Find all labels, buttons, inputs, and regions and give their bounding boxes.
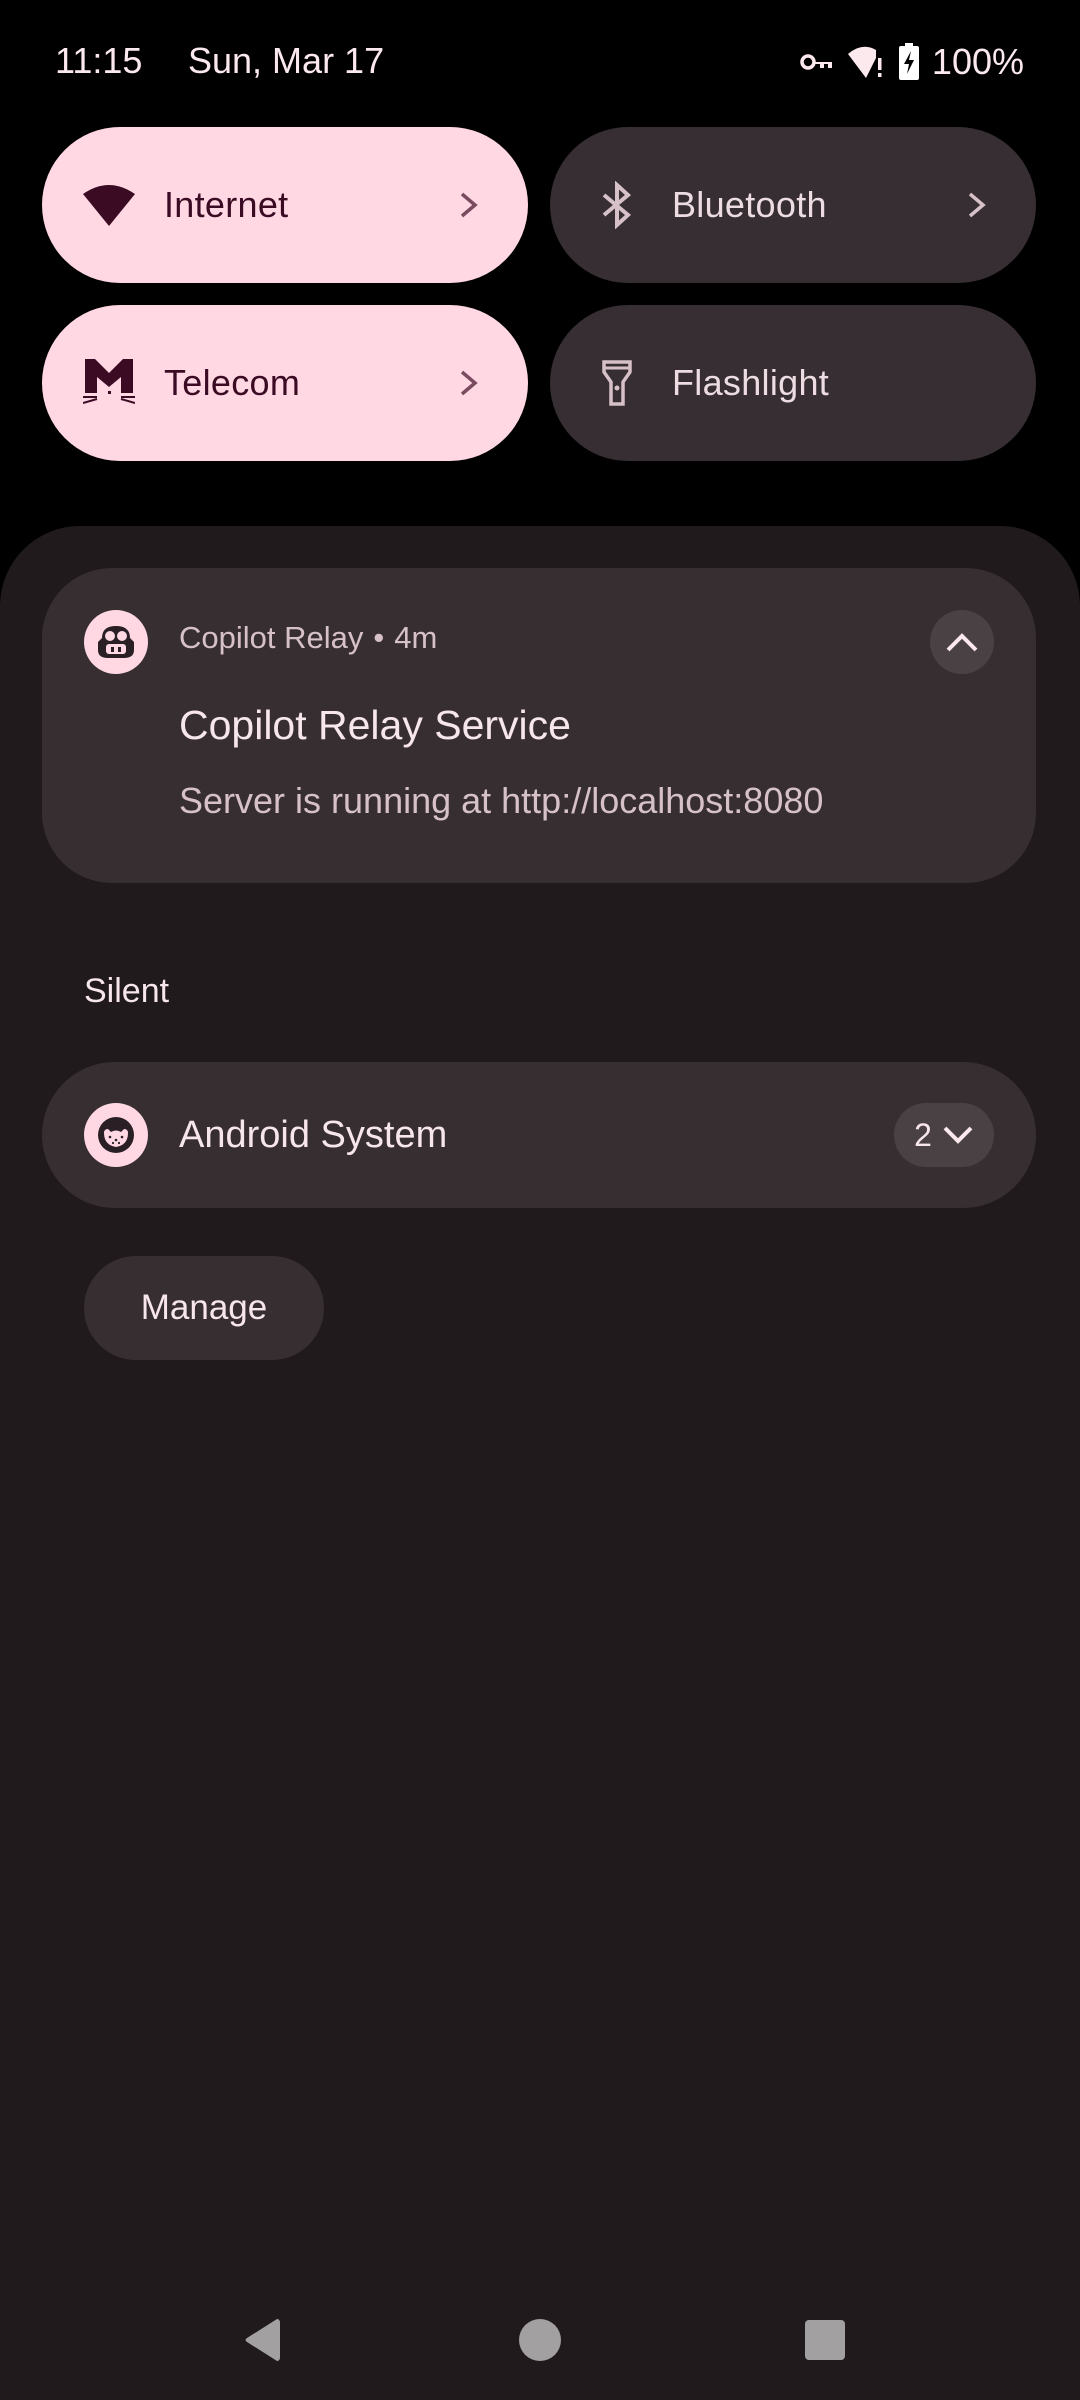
silent-section-header: Silent (84, 972, 170, 1010)
tile-bluetooth[interactable]: Bluetooth (550, 127, 1036, 283)
notification-title: Copilot Relay Service (179, 702, 571, 748)
home-button[interactable] (510, 2310, 570, 2370)
status-icons: 100% (800, 40, 1024, 84)
status-date: Sun, Mar 17 (188, 40, 385, 81)
notification-body: Server is running at http://localhost:80… (179, 780, 824, 821)
collapse-notification-button[interactable] (930, 610, 994, 674)
chevron-right-icon[interactable] (454, 190, 484, 220)
notification-time: 4m (394, 620, 438, 655)
notification-header: Copilot Relay • 4m (179, 620, 437, 656)
manage-notifications-button[interactable]: Manage (84, 1256, 324, 1360)
notification-app-name: Copilot Relay (179, 620, 364, 655)
copilot-icon (84, 610, 148, 674)
wifi-alert-icon (846, 44, 886, 80)
tile-flashlight[interactable]: Flashlight (550, 305, 1036, 461)
flashlight-icon (588, 354, 646, 412)
notification-group-title: Android System (179, 1114, 448, 1156)
notification-count: 2 (914, 1116, 932, 1153)
tile-flashlight-label: Flashlight (672, 362, 830, 403)
header-separator: • (373, 620, 385, 655)
home-icon (519, 2319, 561, 2361)
wifi-icon (80, 176, 138, 234)
expand-group-button[interactable]: 2 (894, 1103, 994, 1167)
tile-telecom-label: Telecom (164, 362, 301, 403)
android-system-icon (84, 1103, 148, 1167)
status-bar: 11:15 Sun, Mar 17 100% (0, 0, 1080, 120)
back-icon (245, 2319, 280, 2361)
tile-internet-label: Internet (164, 184, 289, 225)
recents-button[interactable] (795, 2310, 855, 2370)
battery-charging-icon (898, 43, 920, 81)
status-time: 11:15 (55, 40, 143, 81)
recents-icon (805, 2320, 845, 2360)
battery-percentage: 100% (931, 41, 1024, 82)
cat-telecom-icon (80, 354, 138, 412)
tile-internet[interactable]: Internet (42, 127, 528, 283)
notification-group-android-system[interactable]: Android System 2 (42, 1062, 1036, 1208)
chevron-down-icon (943, 1126, 973, 1144)
chevron-up-icon (946, 633, 978, 652)
tile-telecom[interactable]: Telecom (42, 305, 528, 461)
bluetooth-icon (588, 176, 646, 234)
chevron-right-icon[interactable] (962, 190, 992, 220)
vpn-key-icon (800, 50, 834, 74)
chevron-right-icon[interactable] (454, 368, 484, 398)
navigation-bar (0, 2270, 1080, 2400)
back-button[interactable] (233, 2310, 293, 2370)
notification-card-copilot-relay[interactable]: Copilot Relay • 4m Copilot Relay Service… (42, 568, 1036, 883)
tile-bluetooth-label: Bluetooth (672, 184, 827, 225)
